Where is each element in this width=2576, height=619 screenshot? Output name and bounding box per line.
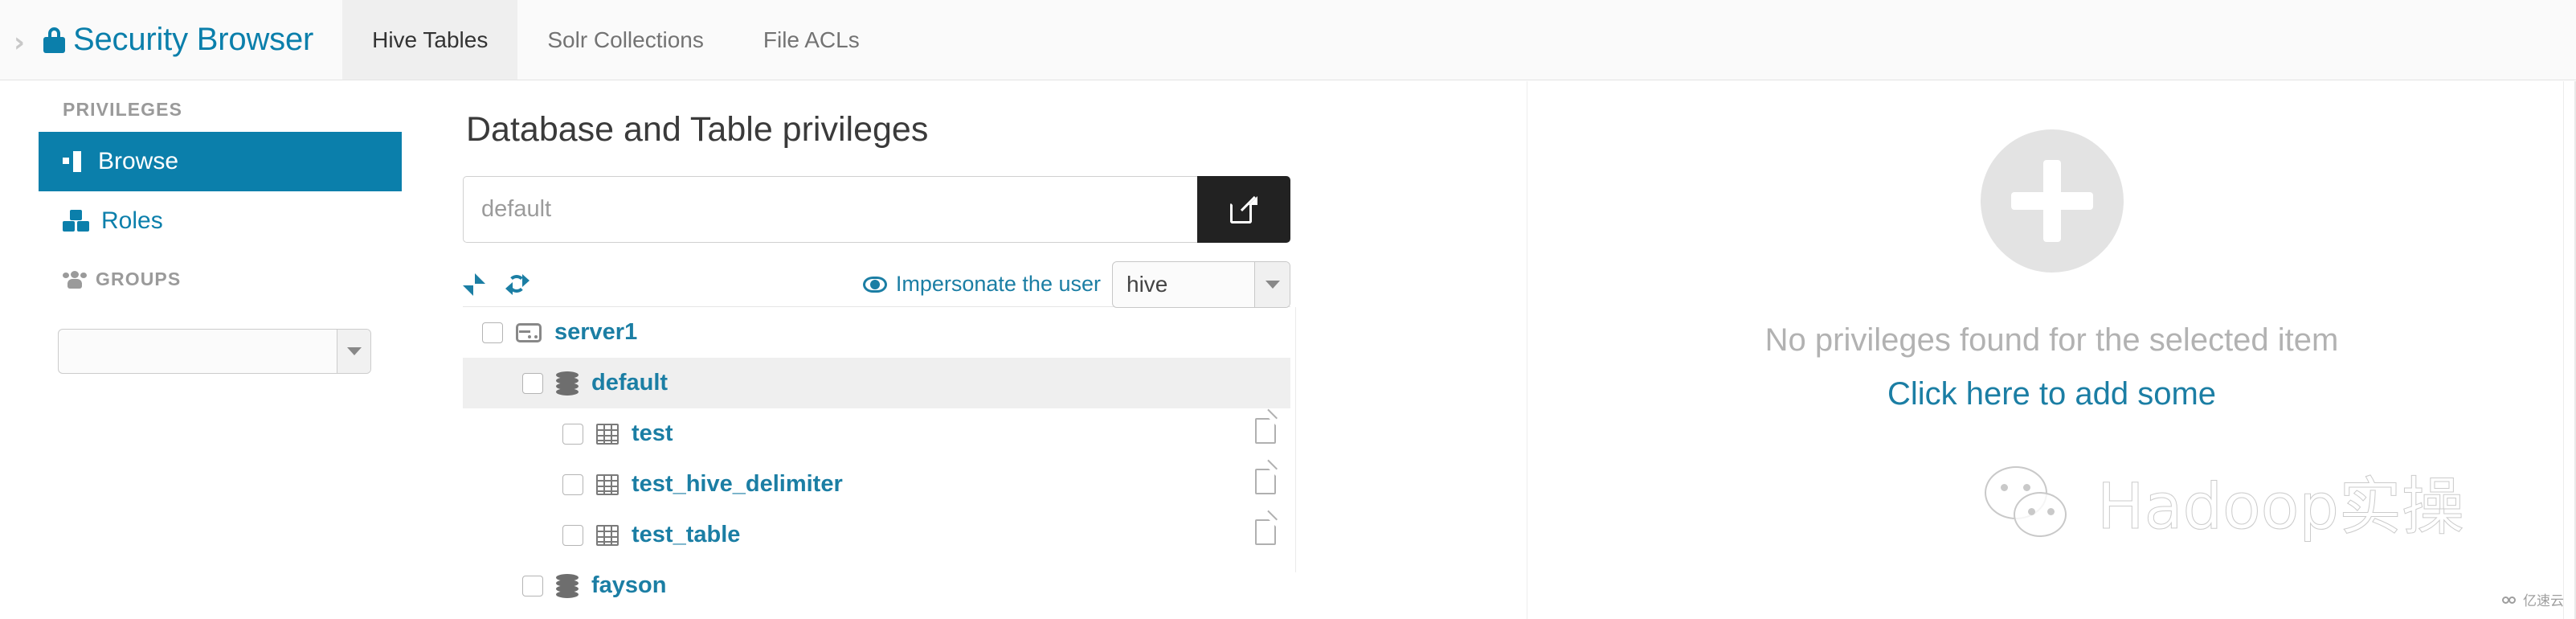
search-row [463,176,1290,243]
tab-label: File ACLs [763,27,860,52]
eye-icon [862,276,887,293]
table-row[interactable]: fayson [463,560,1290,611]
database-icon [556,573,579,598]
tree-node-label: test_table [632,522,741,547]
tab-hive-tables[interactable]: Hive Tables [342,0,518,80]
row-checkbox[interactable] [562,423,583,445]
sidebar: PRIVILEGES Browse Roles GROUPS [0,81,434,619]
sitemap-icon [63,151,87,172]
privileges-tree: server1 default test test_hive_delimiter… [463,307,1303,611]
refresh-icon [505,273,530,296]
tab-bar: Hive Tables Solr Collections File ACLs [342,0,889,80]
top-navigation-bar: › Security Browser Hive Tables Solr Coll… [0,0,2576,80]
tree-toolbar: Impersonate the user hive [463,260,1290,308]
tree-node-label: server1 [554,319,638,345]
plus-circle-icon [1980,129,2124,273]
sidebar-item-label: Roles [101,207,163,234]
table-icon [596,423,619,445]
table-row[interactable]: test [463,408,1290,459]
chevron-right-icon: › [13,26,25,59]
row-checkbox[interactable] [522,372,543,394]
panel-scrollbar[interactable] [2563,81,2571,619]
chevron-down-icon[interactable] [1254,261,1290,307]
tab-label: Solr Collections [547,27,704,52]
groups-select-value [59,330,337,373]
file-icon[interactable] [1255,510,1278,551]
row-checkbox[interactable] [562,524,583,546]
sidebar-item-roles[interactable]: Roles [39,191,402,251]
server-icon [516,322,542,342]
table-icon [596,524,619,546]
sidebar-toggle[interactable]: › [0,0,39,80]
impersonate-toggle[interactable]: Impersonate the user [862,272,1101,297]
file-icon[interactable] [1255,459,1278,501]
row-checkbox[interactable] [562,473,583,495]
external-link-icon [1230,195,1257,223]
search-input[interactable] [463,176,1197,243]
collapse-arrows-icon [463,273,485,296]
page-title: Database and Table privileges [466,110,929,149]
table-row[interactable]: test_hive_delimiter [463,459,1290,510]
add-privilege-link[interactable]: Click here to add some [1887,376,2216,412]
table-icon [596,473,619,495]
file-icon[interactable] [1255,408,1278,450]
row-checkbox[interactable] [482,322,503,343]
privileges-detail-panel: No privileges found for the selected ite… [1527,81,2576,619]
sidebar-section-groups: GROUPS [0,251,434,301]
impersonate-label: Impersonate the user [895,272,1101,296]
sidebar-section-label: GROUPS [96,269,182,289]
groups-filter-container [0,301,434,374]
app-brand[interactable]: Security Browser [39,0,342,80]
tree-node-label: test [632,420,673,446]
sidebar-item-label: Browse [98,148,179,174]
tree-node-label: test_hive_delimiter [632,471,843,497]
tree-scrollbar[interactable] [1295,307,1303,572]
cubes-icon [63,210,90,232]
empty-state-message: No privileges found for the selected ite… [1764,322,2339,358]
database-icon [556,371,579,396]
sidebar-section-label: PRIVILEGES [63,99,183,120]
main-content: Database and Table privileges default Im… [434,81,1494,619]
row-checkbox[interactable] [522,575,543,596]
impersonate-user-value: hive [1126,271,1168,297]
tree-tool-icons [463,273,530,296]
lock-icon [43,27,65,53]
app-title: Security Browser [73,22,314,57]
collapse-all-button[interactable] [463,273,485,296]
sidebar-item-browse[interactable]: Browse [39,132,402,191]
open-in-new-button[interactable] [1197,176,1290,243]
tab-file-acls[interactable]: File ACLs [734,0,889,80]
groups-select[interactable] [58,329,371,374]
impersonate-user-select[interactable]: hive [1112,260,1290,308]
impersonate-controls: Impersonate the user hive [862,260,1290,308]
users-icon [63,270,87,289]
tree-node-label: default [591,370,669,396]
tab-solr-collections[interactable]: Solr Collections [517,0,734,80]
tab-label: Hive Tables [372,27,489,52]
sidebar-section-privileges: PRIVILEGES [0,81,434,132]
chevron-down-icon[interactable] [337,330,370,373]
tree-node-label: fayson [591,572,667,598]
table-row[interactable]: server1 [463,307,1290,358]
refresh-button[interactable] [505,273,530,296]
table-row[interactable]: default [463,358,1290,408]
table-row[interactable]: test_table [463,510,1290,560]
